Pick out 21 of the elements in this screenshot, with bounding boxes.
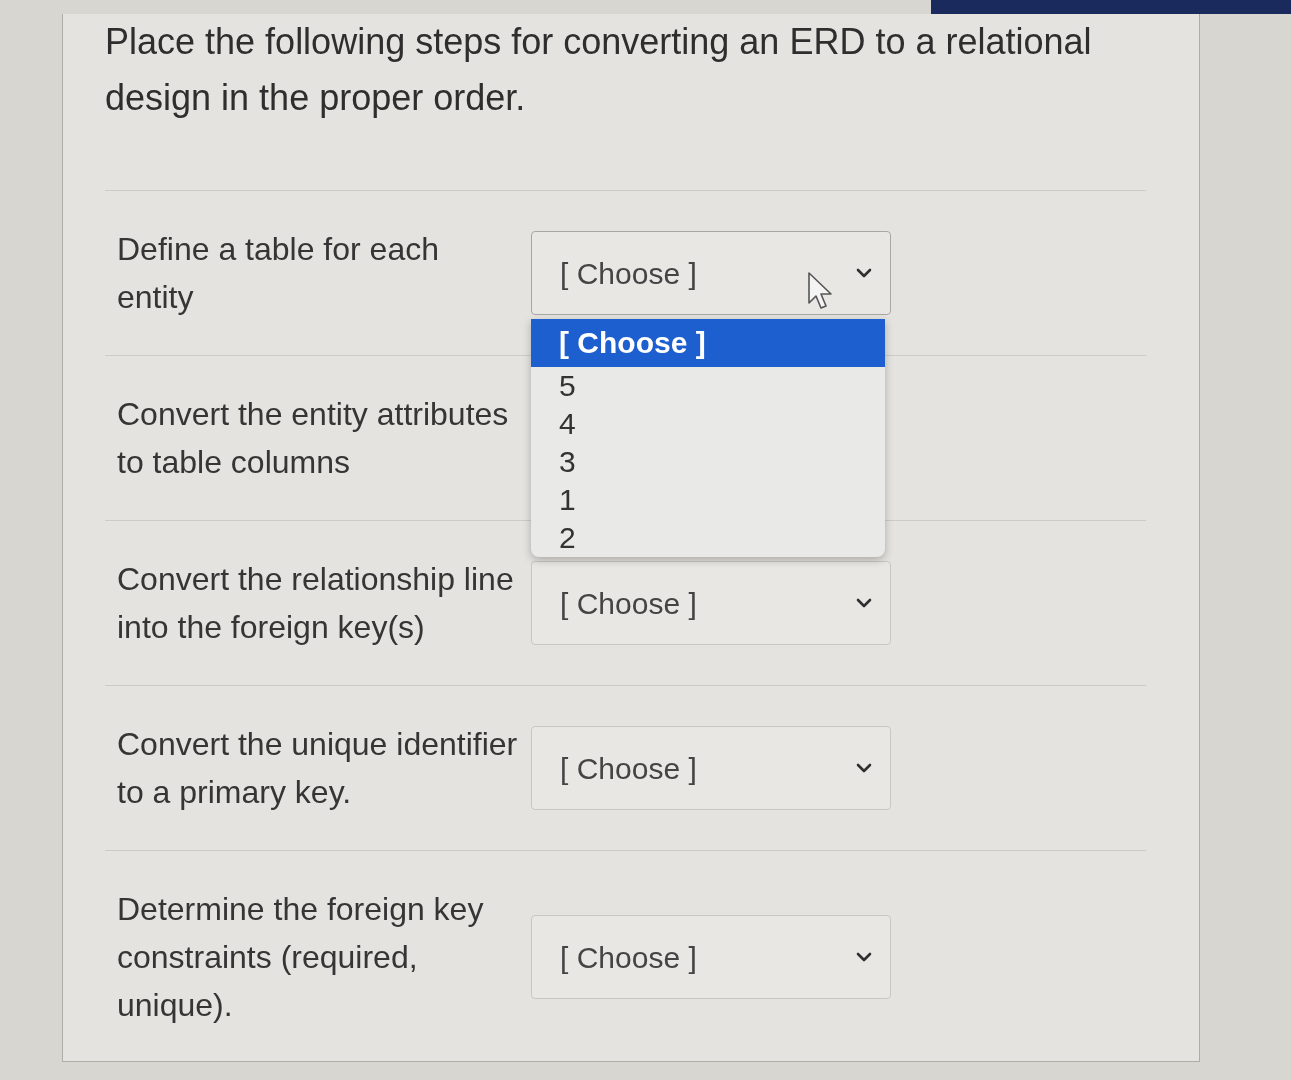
chevron-down-icon [856,598,872,608]
step-label: Convert the relationship line into the foreign key(s) [117,560,515,647]
dropdown-option[interactable]: [ Choose ] [531,319,885,367]
question-text: Place the following steps for converting an ERD to a relational design in the proper order. [105,20,1093,120]
dropdown-option[interactable]: 2 [531,519,885,557]
step-label: Define a table for each entity [117,230,440,317]
dropdown-option[interactable]: 5 [531,367,885,405]
dropdown-select[interactable]: [ Choose ] [531,231,891,315]
chevron-down-icon [856,952,872,962]
dropdown-option[interactable]: 3 [531,443,885,481]
step-label: Convert the entity attributes to table columns [117,395,510,482]
dropdown-select[interactable]: [ Choose ] [531,915,891,999]
step-label: Determine the foreign key constraints (required, unique). [117,890,485,1025]
dropdown-select[interactable]: [ Choose ] [531,726,891,810]
chevron-down-icon [856,268,872,278]
dropdown-option[interactable]: 4 [531,405,885,443]
dropdown-option[interactable]: 1 [531,481,885,519]
mouse-pointer-icon [807,271,835,311]
dropdown-select[interactable]: [ Choose ] [531,561,891,645]
step-label: Convert the unique identifier to a primary key. [117,725,519,812]
chevron-down-icon [856,763,872,773]
